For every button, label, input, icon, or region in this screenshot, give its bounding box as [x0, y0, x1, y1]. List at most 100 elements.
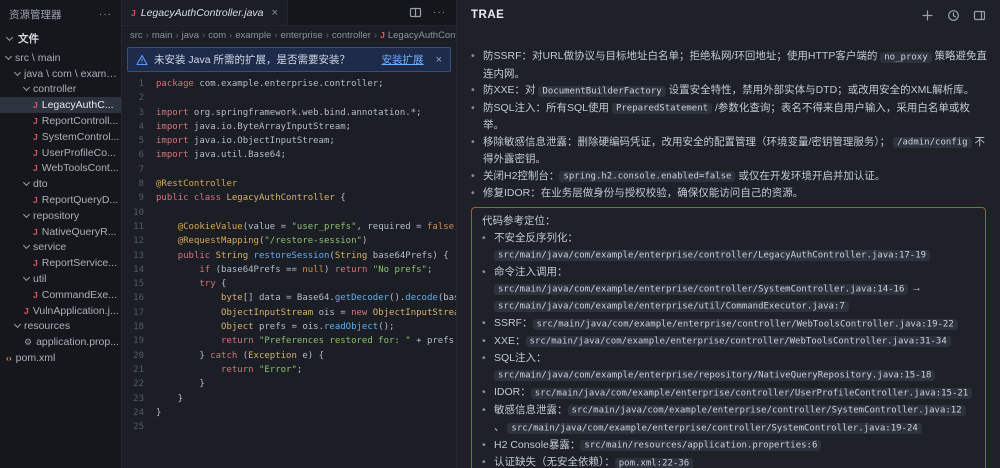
notification-close-icon[interactable]: × [436, 54, 442, 66]
code-line[interactable]: 25 [122, 420, 456, 434]
code-line[interactable]: 12 @RequestMapping("/restore-session") [122, 234, 456, 248]
tree-file-row[interactable]: JReportQueryD... [0, 192, 121, 208]
code-line[interactable]: 10 [122, 206, 456, 220]
code-reference-chip[interactable]: src/main/java/com/example/enterprise/con… [526, 336, 951, 347]
line-number: 12 [122, 234, 156, 248]
install-extension-link[interactable]: 安装扩展 [382, 52, 424, 67]
code-reference-chip[interactable]: src/main/java/com/example/enterprise/uti… [494, 301, 849, 312]
breadcrumb-item[interactable]: controller [332, 30, 371, 41]
tree-file-row[interactable]: JCommandExe... [0, 287, 121, 303]
editor-more-icon[interactable]: ··· [433, 7, 446, 18]
code-line[interactable]: 2 [122, 91, 456, 105]
tree-file-row[interactable]: JSystemControl... [0, 129, 121, 145]
bullet-icon: • [482, 454, 486, 468]
tree-folder-row[interactable]: controller [0, 82, 121, 98]
tree-file-row[interactable]: JVulnApplication.j... [0, 303, 121, 319]
files-section-header[interactable]: 文件 [0, 27, 121, 50]
reference-items: •不安全反序列化：src/main/java/com/example/enter… [482, 230, 975, 468]
code-line[interactable]: 16 byte[] data = Base64.getDecoder().dec… [122, 291, 456, 305]
code-line[interactable]: 20 } catch (Exception e) { [122, 349, 456, 363]
code-line[interactable]: 7 [122, 163, 456, 177]
code-line[interactable]: 19 return "Preferences restored for: " +… [122, 334, 456, 348]
breadcrumb-item[interactable]: LegacyAuthCont... [388, 30, 456, 41]
code-reference-chip[interactable]: src/main/java/com/example/enterprise/con… [494, 284, 908, 295]
tree-file-row[interactable]: JUserProfileCo... [0, 145, 121, 161]
tree-folder-row[interactable]: resources [0, 319, 121, 335]
code-reference-chip[interactable]: DocumentBuilderFactory [538, 86, 665, 97]
code-line[interactable]: 21 return "Error"; [122, 363, 456, 377]
tree-item-label: application.prop... [36, 336, 119, 348]
tree-folder-row[interactable]: repository [0, 208, 121, 224]
tab-close-icon[interactable]: × [272, 7, 278, 19]
code-line[interactable]: 22 } [122, 377, 456, 391]
tab-legacyauthcontroller[interactable]: J LegacyAuthController.java × [122, 0, 288, 25]
breadcrumb-item[interactable]: enterprise [280, 30, 322, 41]
code-line[interactable]: 4import java.io.ByteArrayInputStream; [122, 120, 456, 134]
editor-tabbar: J LegacyAuthController.java × ··· [122, 0, 456, 26]
code-line[interactable]: 15 try { [122, 277, 456, 291]
code-line[interactable]: 1package com.example.enterprise.controll… [122, 77, 456, 91]
java-file-icon: J [380, 30, 385, 40]
tree-file-row[interactable]: JNativeQueryR... [0, 224, 121, 240]
tree-folder-row[interactable]: dto [0, 176, 121, 192]
tree-folder-row[interactable]: util [0, 271, 121, 287]
breadcrumb-item[interactable]: src [130, 30, 143, 41]
bullet-icon: • [482, 384, 486, 401]
tree-folder-row[interactable]: service [0, 240, 121, 256]
code-line[interactable]: 11 @CookieValue(value = "user_prefs", re… [122, 220, 456, 234]
code-reference-chip[interactable]: src/main/java/com/example/enterprise/con… [568, 405, 966, 416]
code-area[interactable]: 1package com.example.enterprise.controll… [122, 74, 456, 468]
code-reference-chip[interactable]: PreparedStatement [612, 103, 712, 114]
tree-folder-row[interactable]: java \ com \ exampl... [0, 66, 121, 82]
code-line[interactable]: 3import org.springframework.web.bind.ann… [122, 106, 456, 120]
code-line[interactable]: 8@RestController [122, 177, 456, 191]
breadcrumb-item[interactable]: main [152, 30, 173, 41]
code-reference-chip[interactable]: src/main/java/com/example/enterprise/con… [533, 319, 958, 330]
line-number: 10 [122, 206, 156, 220]
tree-file-row[interactable]: ⚙application.prop... [0, 334, 121, 350]
history-icon[interactable] [947, 9, 960, 22]
code-reference-box: 代码参考定位： •不安全反序列化：src/main/java/com/examp… [471, 207, 986, 468]
code-line[interactable]: 13 public String restoreSession(String b… [122, 249, 456, 263]
panel-layout-icon[interactable] [973, 9, 986, 22]
tree-file-row[interactable]: JReportControll... [0, 113, 121, 129]
explorer-title: 资源管理器 [9, 7, 62, 22]
breadcrumb-item[interactable]: com [208, 30, 226, 41]
tree-file-row[interactable]: ‹›pom.xml [0, 350, 121, 366]
code-line[interactable]: 6import java.util.Base64; [122, 148, 456, 162]
code-reference-chip[interactable]: src/main/java/com/example/enterprise/rep… [494, 370, 935, 381]
code-line[interactable]: 5import java.io.ObjectInputStream; [122, 134, 456, 148]
code-reference-chip[interactable]: src/main/java/com/example/enterprise/con… [531, 388, 972, 399]
bullet-icon: • [482, 333, 486, 350]
tree-file-row[interactable]: JReportService... [0, 255, 121, 271]
code-reference-chip[interactable]: src/main/java/com/example/enterprise/con… [494, 250, 930, 261]
breadcrumb-separator-icon: › [202, 30, 205, 41]
trae-panel-header: TRAE [457, 0, 1000, 30]
breadcrumb-item[interactable]: java [182, 30, 199, 41]
code-line[interactable]: 18 Object prefs = ois.readObject(); [122, 320, 456, 334]
breadcrumb-separator-icon: › [146, 30, 149, 41]
code-line[interactable]: 14 if (base64Prefs == null) return "No p… [122, 263, 456, 277]
java-file-icon: J [24, 306, 29, 316]
tree-file-row[interactable]: JWebToolsCont... [0, 161, 121, 177]
breadcrumb-item[interactable]: example [235, 30, 271, 41]
new-chat-icon[interactable] [921, 9, 934, 22]
code-line[interactable]: 23 } [122, 392, 456, 406]
code-reference-chip[interactable]: src/main/resources/application.propertie… [580, 440, 821, 451]
code-reference-chip[interactable]: pom.xml:22-36 [615, 458, 693, 468]
code-reference-chip[interactable]: spring.h2.console.enabled=false [559, 171, 735, 182]
code-reference-chip[interactable]: no_proxy [880, 52, 931, 63]
chevron-down-icon [14, 69, 21, 76]
java-file-icon: J [33, 195, 38, 205]
code-reference-chip[interactable]: src/main/java/com/example/enterprise/con… [507, 423, 921, 434]
split-editor-icon[interactable] [409, 6, 422, 19]
tree-folder-row[interactable]: src \ main [0, 50, 121, 66]
tree-file-row[interactable]: JLegacyAuthC... [0, 97, 121, 113]
explorer-more-icon[interactable]: ··· [99, 9, 112, 20]
code-line[interactable]: 17 ObjectInputStream ois = new ObjectInp… [122, 306, 456, 320]
code-line[interactable]: 9public class LegacyAuthController { [122, 191, 456, 205]
reference-item: •XXE：src/main/java/com/example/enterpris… [482, 333, 975, 351]
panel-title: TRAE [471, 9, 504, 21]
code-reference-chip[interactable]: /admin/config [893, 137, 971, 148]
code-line[interactable]: 24} [122, 406, 456, 420]
